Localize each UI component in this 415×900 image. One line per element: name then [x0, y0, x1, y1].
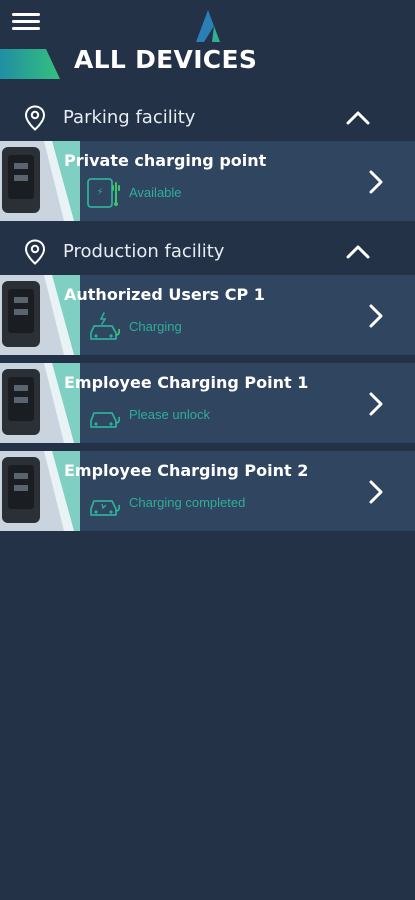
app-header: ALL DEVICES: [0, 0, 415, 92]
device-status: Available: [129, 185, 182, 200]
chevron-up-icon[interactable]: [344, 108, 372, 128]
page-title: ALL DEVICES: [74, 45, 258, 74]
device-card-authorized-users-cp-1[interactable]: Authorized Users CP 1 Charging: [0, 275, 415, 355]
group-label: Production facility: [63, 241, 225, 262]
location-pin-icon: [24, 239, 46, 265]
device-card-private-charging-point[interactable]: Private charging point ⚡ Available: [0, 141, 415, 221]
device-status: Charging: [129, 319, 182, 334]
device-name: Employee Charging Point 1: [64, 373, 309, 392]
hamburger-menu-icon[interactable]: [12, 13, 40, 35]
chevron-right-icon[interactable]: [366, 479, 386, 505]
group-label: Parking facility: [63, 107, 196, 128]
device-status: Please unlock: [129, 407, 210, 422]
group-header-parking-facility[interactable]: Parking facility: [0, 96, 415, 140]
car-charging-icon: [90, 312, 121, 340]
svg-text:⚡: ⚡: [96, 187, 103, 198]
chevron-right-icon[interactable]: [366, 169, 386, 195]
location-pin-icon: [24, 105, 46, 131]
device-card-employee-charging-point-2[interactable]: Employee Charging Point 2 Charging compl…: [0, 451, 415, 531]
device-name: Authorized Users CP 1: [64, 285, 265, 304]
title-accent-bar: [0, 49, 60, 79]
chevron-up-icon[interactable]: [344, 242, 372, 262]
plug-available-icon: ⚡: [87, 178, 120, 208]
device-name: Private charging point: [64, 151, 267, 170]
car-icon: [90, 412, 121, 428]
chevron-right-icon[interactable]: [366, 303, 386, 329]
app-logo: [196, 10, 220, 42]
car-charged-icon: [90, 500, 121, 516]
group-header-production-facility[interactable]: Production facility: [0, 230, 415, 274]
chevron-right-icon[interactable]: [366, 391, 386, 417]
device-card-employee-charging-point-1[interactable]: Employee Charging Point 1 Please unlock: [0, 363, 415, 443]
device-name: Employee Charging Point 2: [64, 461, 309, 480]
device-status: Charging completed: [129, 495, 246, 510]
